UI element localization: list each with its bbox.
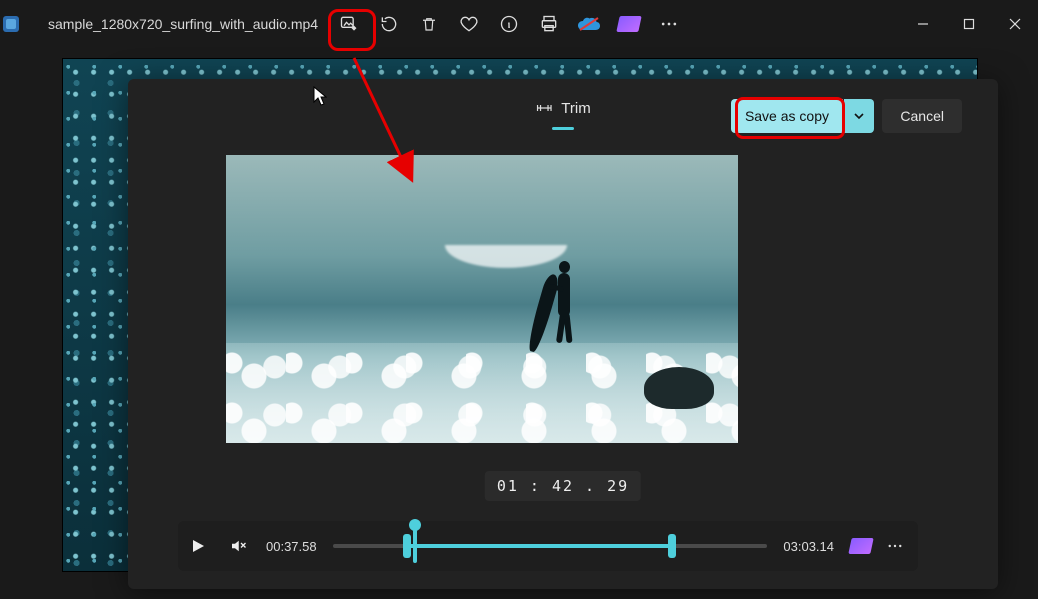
edit-image-button[interactable] — [330, 5, 368, 43]
surfer-silhouette — [536, 249, 596, 369]
play-button[interactable] — [178, 521, 218, 571]
file-name: sample_1280x720_surfing_with_audio.mp4 — [48, 0, 318, 48]
close-button[interactable] — [992, 0, 1038, 48]
chevron-down-icon — [853, 110, 865, 122]
frame-timecode[interactable]: 01 : 42 . 29 — [485, 471, 641, 501]
clipchamp-icon — [848, 538, 873, 554]
delete-button[interactable] — [410, 5, 448, 43]
cancel-label: Cancel — [900, 108, 944, 124]
save-dropdown-button[interactable] — [844, 99, 874, 133]
save-as-copy-button[interactable]: Save as copy — [731, 99, 843, 133]
trim-tab-label: Trim — [561, 100, 590, 117]
total-time: 03:03.14 — [775, 539, 842, 554]
mute-button[interactable] — [218, 521, 258, 571]
playhead[interactable] — [413, 529, 417, 563]
trim-icon — [535, 99, 553, 117]
clipchamp-button[interactable] — [610, 5, 648, 43]
more-button[interactable] — [650, 5, 688, 43]
minimize-button[interactable] — [900, 0, 946, 48]
video-preview — [226, 155, 738, 443]
onedrive-button[interactable] — [570, 5, 608, 43]
trim-tab[interactable]: Trim — [535, 99, 590, 117]
cancel-button[interactable]: Cancel — [882, 99, 962, 133]
trim-tab-underline — [552, 127, 574, 130]
rotate-button[interactable] — [370, 5, 408, 43]
trim-handle-end[interactable] — [668, 534, 676, 558]
print-button[interactable] — [530, 5, 568, 43]
current-time: 00:37.58 — [258, 539, 325, 554]
app-logo — [0, 0, 22, 48]
onedrive-icon — [577, 16, 601, 32]
playbar-more-button[interactable] — [880, 521, 910, 571]
save-as-copy-label: Save as copy — [745, 108, 829, 124]
trim-track[interactable] — [333, 521, 768, 571]
playback-bar: 00:37.58 03:03.14 — [178, 521, 918, 571]
toolbar — [330, 5, 688, 43]
trim-handle-start[interactable] — [403, 534, 411, 558]
favorite-button[interactable] — [450, 5, 488, 43]
trim-panel: Trim Save as copy Cancel 01 : 42 . 29 — [128, 79, 998, 589]
window-controls — [900, 0, 1038, 48]
maximize-button[interactable] — [946, 0, 992, 48]
open-in-clipchamp-button[interactable] — [846, 521, 876, 571]
clipchamp-icon — [616, 16, 641, 32]
title-bar: sample_1280x720_surfing_with_audio.mp4 — [0, 0, 1038, 48]
info-button[interactable] — [490, 5, 528, 43]
trim-header: Trim Save as copy Cancel — [128, 95, 998, 135]
